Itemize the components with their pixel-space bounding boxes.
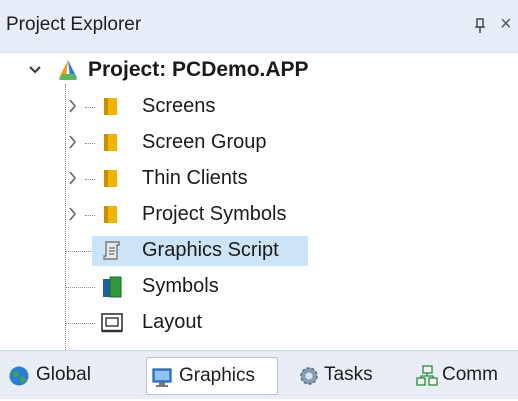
network-icon — [416, 364, 438, 386]
app-logo-icon — [56, 58, 78, 80]
tab-label: Graphics — [179, 365, 256, 386]
explorer-tab-strip: Global Graphics Tasks Comm — [0, 350, 518, 399]
tree-item-label: Screens — [142, 95, 216, 117]
tree-item-symbols[interactable]: Symbols — [0, 270, 518, 302]
folder-icon — [100, 167, 122, 189]
script-icon — [100, 239, 122, 261]
globe-icon — [8, 364, 30, 386]
tree-root-node[interactable]: Project: PCDemo.APP — [0, 54, 518, 86]
folder-icon — [100, 95, 122, 117]
tree-item-graphics-script[interactable]: Graphics Script — [0, 234, 518, 266]
panel-header: Project Explorer × — [0, 0, 518, 53]
panel-title: Project Explorer — [6, 14, 142, 35]
tree-item-project-symbols[interactable]: Project Symbols — [0, 198, 518, 230]
tab-label: Comm — [442, 364, 498, 385]
tree-item-label: Layout — [142, 311, 203, 333]
tree-item-label: Screen Group — [142, 131, 267, 153]
chevron-right-icon[interactable] — [66, 162, 80, 194]
chevron-right-icon[interactable] — [66, 126, 80, 158]
chevron-down-icon[interactable] — [28, 54, 42, 86]
tree-item-screen-group[interactable]: Screen Group — [0, 126, 518, 158]
monitor-icon — [151, 365, 173, 387]
tab-tasks[interactable]: Tasks — [296, 357, 396, 393]
tree-item-screens[interactable]: Screens — [0, 90, 518, 122]
tab-label: Global — [36, 364, 91, 385]
tab-label: Tasks — [324, 364, 373, 385]
chevron-right-icon[interactable] — [66, 90, 80, 122]
tree-item-label: Symbols — [142, 275, 219, 297]
gear-icon — [298, 364, 320, 386]
project-tree: Project: PCDemo.APP Screens Screen Group — [0, 52, 518, 350]
chevron-right-icon[interactable] — [66, 198, 80, 230]
folder-icon — [100, 203, 122, 225]
tree-item-label: Project Symbols — [142, 203, 287, 225]
tree-item-layout[interactable]: Layout — [0, 306, 518, 338]
close-icon[interactable]: × — [500, 12, 518, 36]
tab-graphics[interactable]: Graphics — [146, 357, 278, 395]
tab-comm[interactable]: Comm — [414, 357, 518, 393]
tab-global[interactable]: Global — [4, 357, 134, 393]
layout-window-icon — [100, 311, 123, 333]
pin-icon[interactable] — [472, 14, 488, 36]
symbols-book-icon — [100, 275, 122, 298]
folder-icon — [100, 131, 122, 153]
tree-item-label: Graphics Script — [142, 239, 279, 261]
tree-item-label: Thin Clients — [142, 167, 248, 189]
tree-root-label: Project: PCDemo.APP — [88, 58, 309, 81]
tree-item-thin-clients[interactable]: Thin Clients — [0, 162, 518, 194]
